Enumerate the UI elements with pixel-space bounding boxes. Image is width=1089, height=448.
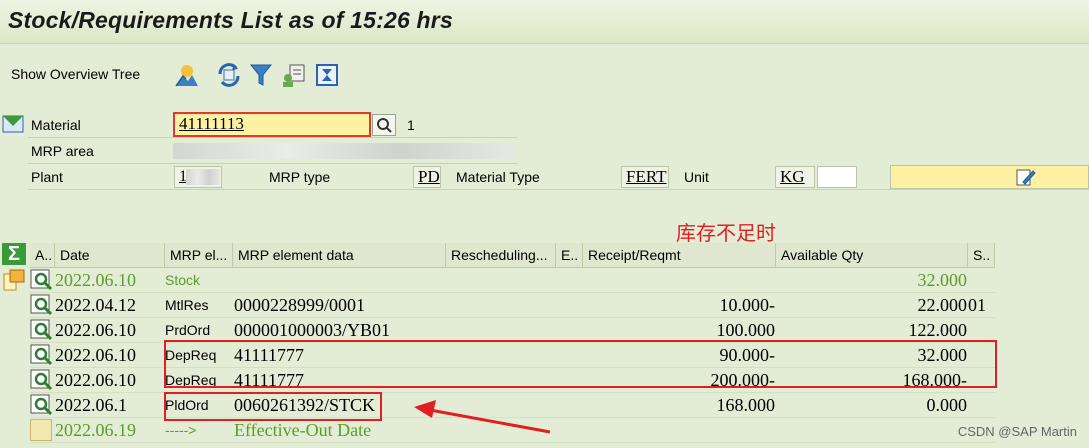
show-overview-tree-button[interactable]: Show Overview Tree (11, 66, 140, 82)
cell-available-qty: 22.000 (917, 295, 968, 315)
column-header-rescheduling[interactable]: Rescheduling... (446, 243, 556, 268)
unit-extra-field[interactable] (817, 166, 857, 188)
row-detail-icon[interactable] (30, 294, 54, 316)
material-text-field[interactable] (890, 165, 1089, 189)
annotation-box-depreq (164, 340, 997, 388)
cell-mrp-element-data: 0000228999/0001 (234, 295, 366, 315)
cell-mrp-element-data: 000001000003/YB01 (234, 320, 391, 340)
edit-icon[interactable] (1015, 167, 1037, 190)
divider (28, 189, 1088, 190)
column-header-s[interactable]: S.. (968, 243, 995, 268)
cell-date: 2022.06.19 (55, 420, 136, 440)
cell-receipt-reqmt: 10.000- (719, 295, 776, 315)
user-settings-icon[interactable] (281, 62, 307, 88)
material-label: Material (31, 117, 81, 133)
cell-date: 2022.06.10 (55, 320, 136, 340)
column-header-mrp-element-data[interactable]: MRP element data (233, 243, 446, 268)
mrp-element-icon[interactable] (174, 62, 200, 88)
divider (28, 137, 518, 138)
window-title: Stock/Requirements List as of 15:26 hrs (8, 7, 453, 33)
mrp-type-label: MRP type (269, 169, 331, 185)
cell-s: 01 (968, 295, 986, 315)
column-header-a[interactable]: A.. (30, 243, 55, 268)
table-row[interactable]: 2022.06.10 Stock 32.000 (30, 268, 995, 293)
row-marker[interactable] (30, 419, 54, 441)
divider (28, 163, 518, 164)
filter-icon[interactable] (248, 62, 274, 88)
plant-value-redacted (186, 169, 220, 185)
mrp-type-field[interactable]: PD (413, 166, 441, 188)
material-type-field[interactable]: FERT (621, 166, 669, 188)
title-bar: Stock/Requirements List as of 15:26 hrs (0, 0, 1089, 44)
annotation-box-pldord (164, 392, 382, 421)
refresh-icon[interactable] (216, 62, 242, 88)
unit-field[interactable]: KG (775, 166, 815, 188)
row-detail-icon[interactable] (30, 369, 54, 391)
annotation-arrow (414, 400, 551, 434)
cell-date: 2022.06.1 (55, 395, 127, 415)
row-detail-icon[interactable] (30, 344, 54, 366)
material-type-label: Material Type (456, 169, 540, 185)
mrp-area-value-redacted (173, 143, 513, 159)
row-detail-icon[interactable] (30, 394, 54, 416)
row-detail-icon[interactable] (30, 269, 54, 291)
table-row[interactable]: 2022.04.12 MtlRes 0000228999/0001 10.000- 22… (30, 293, 995, 318)
cell-mrp-element: PrdOrd (165, 322, 211, 338)
material-input[interactable]: 41111113 (173, 112, 371, 137)
mrp-area-label: MRP area (31, 143, 94, 159)
cell-mrp-element: Stock (165, 272, 201, 288)
cell-mrp-element-data: Effective-Out Date (234, 420, 372, 440)
cell-date: 2022.06.10 (55, 270, 136, 290)
document-layout-icon[interactable] (2, 268, 26, 292)
application-toolbar: Show Overview Tree (0, 52, 1089, 98)
layout-icon[interactable] (314, 62, 340, 88)
cell-available-qty: 32.000 (917, 270, 968, 290)
plant-label: Plant (31, 169, 63, 185)
annotation-text: 库存不足时 (676, 221, 776, 245)
cell-date: 2022.06.10 (55, 370, 136, 390)
material-count: 1 (407, 117, 415, 133)
cell-receipt-reqmt: 168.000 (716, 395, 776, 415)
cell-mrp-element: MtlRes (165, 297, 209, 313)
column-header-date[interactable]: Date (55, 243, 165, 268)
cell-available-qty: 0.000 (926, 395, 968, 415)
cell-date: 2022.04.12 (55, 295, 136, 315)
cell-date: 2022.06.10 (55, 345, 136, 365)
cell-receipt-reqmt: 100.000 (716, 320, 776, 340)
sum-icon[interactable]: Σ (2, 243, 26, 265)
unit-label: Unit (684, 169, 709, 185)
material-search-button[interactable] (372, 114, 396, 136)
cell-available-qty: 122.000 (908, 320, 968, 340)
material-header-icon[interactable] (2, 114, 24, 134)
column-header-e[interactable]: E.. (556, 243, 583, 268)
watermark: CSDN @SAP Martin (957, 424, 1077, 439)
column-header-mrp-element[interactable]: MRP el... (165, 243, 233, 268)
column-header-receipt-reqmt[interactable]: Receipt/Reqmt (583, 243, 776, 268)
column-header-available-qty[interactable]: Available Qty (776, 243, 968, 268)
cell-mrp-element: -----> (165, 422, 197, 438)
row-detail-icon[interactable] (30, 319, 54, 341)
